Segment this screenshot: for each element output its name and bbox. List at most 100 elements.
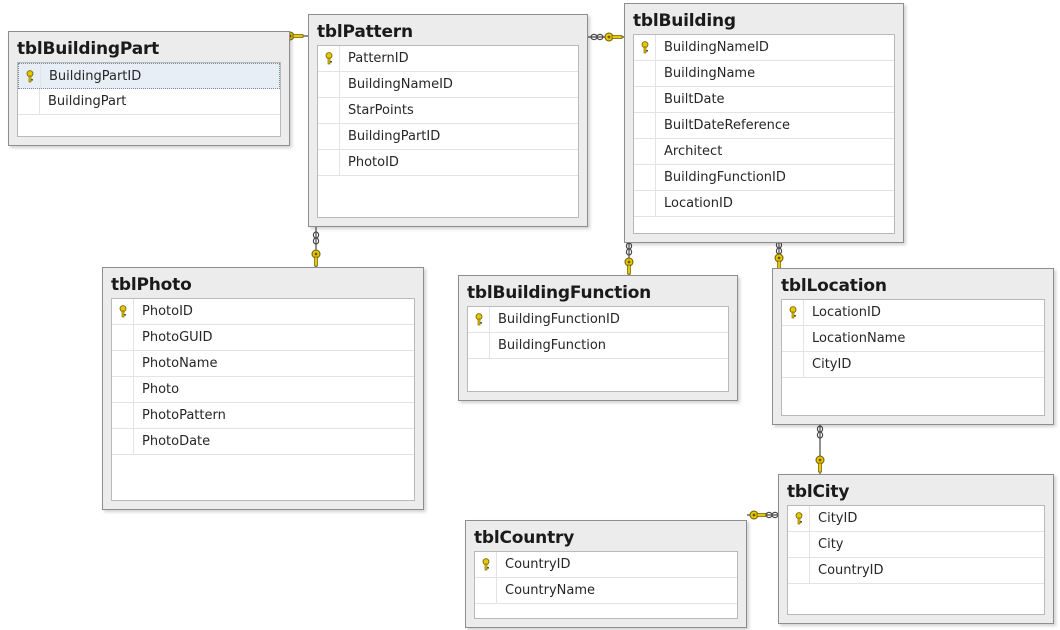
row-selector[interactable]: [112, 325, 134, 350]
column-row[interactable]: LocationID: [782, 300, 1044, 326]
column-row[interactable]: City: [788, 532, 1044, 558]
tbl-city-column-grid: CityID City CountryID: [787, 505, 1045, 615]
column-row[interactable]: Architect: [634, 139, 894, 165]
row-selector[interactable]: [634, 113, 656, 138]
tbl-location-table[interactable]: tblLocation LocationID LocationName CityID: [772, 268, 1054, 425]
column-name: LocationID: [812, 305, 881, 320]
column-row[interactable]: CityID: [782, 352, 1044, 378]
tbl-city-table[interactable]: tblCity CityID City CountryID: [778, 474, 1054, 624]
row-selector[interactable]: [788, 506, 810, 531]
tbl-country-table[interactable]: tblCountry CountryID CountryName: [465, 520, 747, 628]
column-row[interactable]: BuildingPartID: [18, 63, 280, 89]
row-selector[interactable]: [782, 300, 804, 325]
column-row[interactable]: PhotoID: [318, 150, 578, 176]
column-name: PhotoID: [142, 304, 193, 319]
tbl-pattern-title[interactable]: tblPattern: [309, 15, 587, 43]
column-row[interactable]: PhotoGUID: [112, 325, 414, 351]
relationship-many-infinity-icon: [590, 33, 598, 41]
tbl-building-function-title[interactable]: tblBuildingFunction: [459, 276, 737, 304]
row-selector[interactable]: [634, 87, 656, 112]
row-selector[interactable]: [112, 377, 134, 402]
column-row[interactable]: BuildingPart: [18, 89, 280, 115]
column-name: BuildingPartID: [49, 69, 142, 84]
column-name: BuildingFunction: [498, 338, 607, 353]
row-selector[interactable]: [634, 191, 656, 216]
column-row[interactable]: PhotoDate: [112, 429, 414, 455]
tbl-building-table[interactable]: tblBuilding BuildingNameID BuildingName Bui…: [624, 3, 904, 243]
column-row[interactable]: BuildingNameID: [318, 72, 578, 98]
column-row[interactable]: BuildingFunctionID: [468, 307, 728, 333]
row-selector[interactable]: [634, 165, 656, 190]
tbl-photo-table[interactable]: tblPhoto PhotoID PhotoGUID PhotoName Photo Ph…: [102, 267, 424, 510]
relationship-one-key-icon: [624, 257, 634, 275]
tbl-country-title[interactable]: tblCountry: [466, 521, 746, 549]
tbl-building-function-table[interactable]: tblBuildingFunction BuildingFunctionID Bui…: [458, 275, 738, 401]
column-name: BuildingPartID: [348, 129, 441, 144]
column-row[interactable]: PhotoID: [112, 299, 414, 325]
relationship-one-key-icon: [815, 455, 825, 473]
column-row[interactable]: PhotoName: [112, 351, 414, 377]
row-selector[interactable]: [112, 429, 134, 454]
column-row[interactable]: PhotoPattern: [112, 403, 414, 429]
row-selector[interactable]: [112, 403, 134, 428]
column-name: BuildingFunctionID: [498, 312, 620, 327]
row-selector[interactable]: [475, 552, 497, 577]
column-row[interactable]: BuiltDateReference: [634, 113, 894, 139]
tbl-city-title[interactable]: tblCity: [779, 475, 1053, 503]
row-selector[interactable]: [18, 89, 40, 114]
column-row[interactable]: Photo: [112, 377, 414, 403]
row-selector[interactable]: [318, 150, 340, 175]
diagram-canvas: tblBuildingPart BuildingPartID BuildingPar…: [0, 0, 1060, 630]
row-selector[interactable]: [788, 558, 810, 583]
row-selector[interactable]: [634, 139, 656, 164]
column-row[interactable]: BuildingFunction: [468, 333, 728, 359]
tbl-building-part-table[interactable]: tblBuildingPart BuildingPartID BuildingPar…: [8, 31, 290, 146]
column-name: StarPoints: [348, 103, 414, 118]
row-selector[interactable]: [634, 61, 656, 86]
column-name: PhotoGUID: [142, 330, 213, 345]
column-name: PhotoDate: [142, 434, 211, 449]
row-selector[interactable]: [788, 532, 810, 557]
row-selector[interactable]: [19, 64, 41, 89]
column-row[interactable]: CountryID: [475, 552, 737, 578]
column-row[interactable]: BuiltDate: [634, 87, 894, 113]
relationship-many-infinity-icon: [312, 231, 320, 239]
column-name: PhotoName: [142, 356, 218, 371]
column-row[interactable]: BuildingName: [634, 61, 894, 87]
column-name: CityID: [818, 511, 858, 526]
row-selector[interactable]: [782, 326, 804, 351]
column-row[interactable]: CountryID: [788, 558, 1044, 584]
primary-key-icon: [325, 52, 333, 65]
column-row[interactable]: BuildingFunctionID: [634, 165, 894, 191]
relationship-many-infinity-icon: [775, 247, 783, 255]
row-selector[interactable]: [112, 351, 134, 376]
tbl-building-part-title[interactable]: tblBuildingPart: [9, 32, 289, 60]
column-row[interactable]: BuildingNameID: [634, 35, 894, 61]
relationship-many-infinity-icon: [765, 511, 773, 519]
tbl-photo-title[interactable]: tblPhoto: [103, 268, 423, 296]
row-selector[interactable]: [112, 299, 134, 324]
relationship-many-infinity-icon: [625, 248, 633, 256]
row-selector[interactable]: [475, 578, 497, 603]
row-selector[interactable]: [634, 35, 656, 60]
column-row[interactable]: CountryName: [475, 578, 737, 604]
row-selector[interactable]: [318, 124, 340, 149]
row-selector[interactable]: [318, 72, 340, 97]
column-row[interactable]: StarPoints: [318, 98, 578, 124]
relationship-many-infinity-icon: [816, 425, 824, 433]
tbl-location-title[interactable]: tblLocation: [773, 269, 1053, 297]
row-selector[interactable]: [468, 307, 490, 332]
row-selector[interactable]: [782, 352, 804, 377]
tbl-pattern-table[interactable]: tblPattern PatternID BuildingNameID StarPoi…: [308, 14, 588, 227]
column-row[interactable]: PatternID: [318, 46, 578, 72]
column-row[interactable]: LocationName: [782, 326, 1044, 352]
column-name: PhotoID: [348, 155, 399, 170]
tbl-building-title[interactable]: tblBuilding: [625, 4, 903, 32]
row-selector[interactable]: [468, 333, 490, 358]
row-selector[interactable]: [318, 46, 340, 71]
row-selector[interactable]: [318, 98, 340, 123]
column-row[interactable]: BuildingPartID: [318, 124, 578, 150]
column-row[interactable]: CityID: [788, 506, 1044, 532]
column-row[interactable]: LocationID: [634, 191, 894, 217]
primary-key-icon: [482, 558, 490, 571]
